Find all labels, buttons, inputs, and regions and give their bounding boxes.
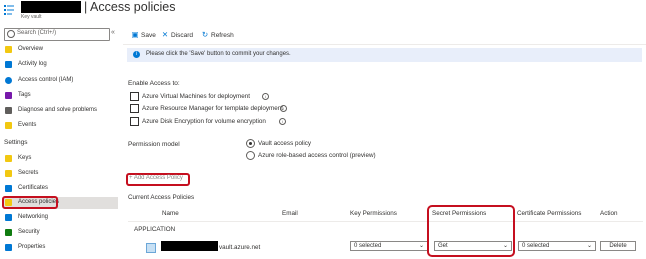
sidebar-item-overview[interactable]: Overview xyxy=(4,44,118,56)
key-permissions-dropdown[interactable]: 0 selected ⌄ xyxy=(350,241,428,251)
activity-log-icon xyxy=(5,61,12,68)
application-domain: vault.azure.net xyxy=(219,244,261,251)
secret-permissions-highlight xyxy=(427,205,515,257)
certificate-icon xyxy=(5,185,12,192)
add-access-policy-label: + Add Access Policy xyxy=(129,175,183,181)
sidebar-item-events[interactable]: Events xyxy=(4,120,118,132)
application-icon xyxy=(146,243,156,253)
toolbar-divider xyxy=(123,44,646,45)
collapse-sidebar-button[interactable]: « xyxy=(111,29,115,36)
networking-icon xyxy=(5,214,12,221)
redacted-vault-name xyxy=(21,1,81,13)
column-header-name: Name xyxy=(162,210,179,217)
sidebar-item-label: Secrets xyxy=(18,170,39,176)
iam-icon xyxy=(5,77,12,84)
sidebar-item-label: Networking xyxy=(18,214,49,220)
info-icon: i xyxy=(133,51,140,58)
save-button[interactable]: ▣ Save xyxy=(131,30,156,39)
wrench-icon xyxy=(5,107,12,114)
info-icon: i xyxy=(280,105,287,112)
sidebar-item-label: Overview xyxy=(18,46,44,52)
column-header-email: Email xyxy=(282,210,298,217)
refresh-label: Refresh xyxy=(211,32,234,39)
sidebar-item-access-control[interactable]: Access control (IAM) xyxy=(4,75,118,87)
key-permissions-value: 0 selected xyxy=(354,243,382,249)
sidebar-item-label: Certificates xyxy=(18,185,49,191)
sidebar-item-label: Activity log xyxy=(18,61,47,67)
page-title: | Access policies xyxy=(84,0,176,14)
access-policies-highlight xyxy=(2,196,58,209)
info-icon: i xyxy=(262,93,269,100)
enable-access-label: Enable Access to: xyxy=(128,80,180,87)
redacted-application-name xyxy=(161,241,218,251)
column-header-certificate-permissions: Certificate Permissions xyxy=(517,210,582,217)
sidebar-item-activity-log[interactable]: Activity log xyxy=(4,59,118,71)
table-group-label: APPLICATION xyxy=(134,226,176,233)
sidebar-item-keys[interactable]: Keys xyxy=(4,153,118,165)
save-icon: ▣ xyxy=(131,30,139,39)
chevron-down-icon: ⌄ xyxy=(418,243,424,249)
column-header-key-permissions: Key Permissions xyxy=(350,210,397,217)
current-policies-heading: Current Access Policies xyxy=(128,194,195,201)
info-banner-text: Please click the 'Save' button to commit… xyxy=(146,51,291,57)
permission-model-label: Permission model xyxy=(128,141,180,148)
events-icon xyxy=(5,122,12,129)
chevron-down-icon: ⌄ xyxy=(586,243,592,249)
sidebar-item-networking[interactable]: Networking xyxy=(4,212,118,224)
sidebar-item-label: Tags xyxy=(18,92,31,98)
rbac-radio[interactable] xyxy=(246,151,255,160)
sidebar-item-properties[interactable]: Properties xyxy=(4,242,118,254)
arm-deployment-label: Azure Resource Manager for template depl… xyxy=(142,105,284,112)
certificate-permissions-dropdown[interactable]: 0 selected ⌄ xyxy=(518,241,596,251)
security-icon xyxy=(5,229,12,236)
vm-deployment-checkbox[interactable] xyxy=(130,92,139,101)
sidebar-item-certificates[interactable]: Certificates xyxy=(4,183,118,195)
close-icon: ✕ xyxy=(161,30,169,39)
properties-icon xyxy=(5,244,12,251)
refresh-icon: ↻ xyxy=(201,30,209,39)
sidebar-item-label: Access control (IAM) xyxy=(18,77,74,83)
key-icon xyxy=(5,155,12,162)
discard-label: Discard xyxy=(171,32,194,39)
overview-icon xyxy=(5,46,12,53)
vault-access-policy-radio[interactable] xyxy=(246,139,255,148)
vault-access-policy-label: Vault access policy xyxy=(258,140,312,147)
sidebar-item-tags[interactable]: Tags xyxy=(4,90,118,102)
rbac-label: Azure role-based access control (preview… xyxy=(258,152,376,159)
search-icon xyxy=(7,30,15,38)
arm-deployment-checkbox[interactable] xyxy=(130,104,139,113)
discard-button[interactable]: ✕ Discard xyxy=(161,30,193,39)
search-placeholder: Search (Ctrl+/) xyxy=(17,30,57,36)
page-subtitle: Key vault xyxy=(21,14,42,20)
sidebar-item-secrets[interactable]: Secrets xyxy=(4,168,118,180)
refresh-button[interactable]: ↻ Refresh xyxy=(201,30,234,39)
sidebar-item-diagnose[interactable]: Diagnose and solve problems xyxy=(4,105,118,117)
sidebar-item-label: Keys xyxy=(18,155,32,161)
certificate-permissions-value: 0 selected xyxy=(522,243,550,249)
sidebar-item-label: Properties xyxy=(18,244,46,250)
sidebar-item-label: Diagnose and solve problems xyxy=(18,107,98,113)
vm-deployment-label: Azure Virtual Machines for deployment xyxy=(142,93,251,100)
disk-encryption-label: Azure Disk Encryption for volume encrypt… xyxy=(142,118,266,125)
table-header-divider xyxy=(128,221,643,222)
sidebar-item-security[interactable]: Security xyxy=(4,227,118,239)
delete-button[interactable]: Delete xyxy=(600,241,636,251)
tag-icon xyxy=(5,92,12,99)
sidebar-item-label: Events xyxy=(18,122,37,128)
disk-encryption-checkbox[interactable] xyxy=(130,117,139,126)
settings-section-heading: Settings xyxy=(4,139,28,146)
save-label: Save xyxy=(141,32,156,39)
info-icon: i xyxy=(279,118,286,125)
key-vault-logo-icon xyxy=(4,4,16,16)
sidebar-item-label: Security xyxy=(18,229,40,235)
column-header-action: Action xyxy=(600,210,618,217)
secret-icon xyxy=(5,170,12,177)
